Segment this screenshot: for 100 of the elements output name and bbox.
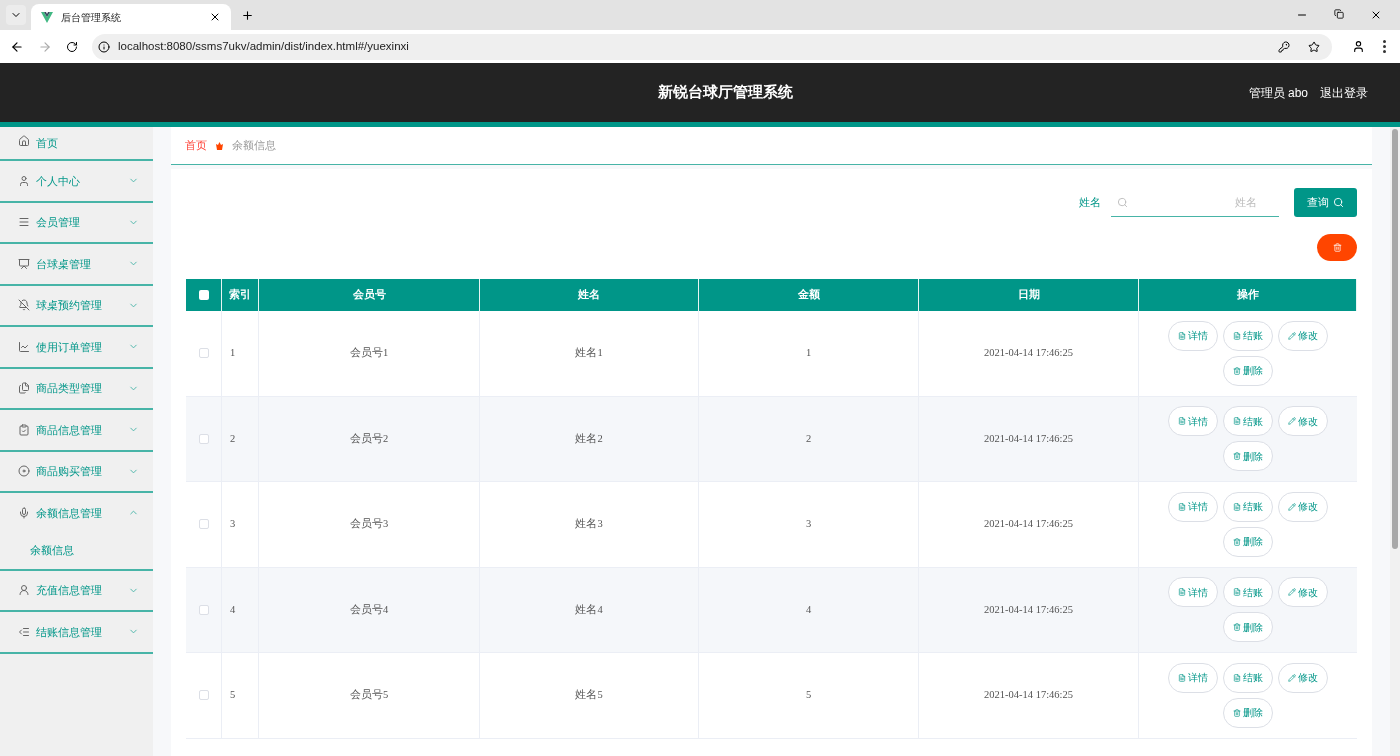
action-button[interactable]: 结账 — [1223, 491, 1273, 522]
checkbox[interactable] — [198, 433, 209, 444]
table-cell-text: 2021-04-14 17:46:25 — [984, 688, 1073, 703]
profile-icon[interactable] — [1352, 40, 1365, 53]
sidebar-item[interactable]: 充值信息管理 — [0, 570, 153, 610]
action-button[interactable]: 结账 — [1223, 320, 1273, 351]
restore-icon[interactable] — [1334, 9, 1344, 19]
user-label: 管理员 abo — [1248, 84, 1308, 102]
table-cell-text: 姓名4 — [575, 602, 603, 617]
address-bar[interactable]: localhost:8080/ssms7ukv/admin/dist/index.html#/yuexinxi — [92, 33, 1332, 60]
table-cell-text: 姓名3 — [575, 517, 603, 532]
action-button[interactable]: 修改 — [1278, 577, 1328, 608]
microphone-icon — [18, 506, 30, 519]
checkbox[interactable] — [198, 290, 209, 300]
table-cell-text: 1 — [805, 346, 812, 361]
search-button[interactable]: 查询 — [1294, 188, 1357, 217]
table-cell-text: 2 — [805, 431, 812, 446]
new-tab-icon[interactable] — [241, 9, 254, 22]
column-header: 姓名 — [578, 287, 600, 303]
column-header: 索引 — [229, 287, 251, 303]
reload-icon[interactable] — [66, 40, 78, 53]
checkbox[interactable] — [198, 348, 209, 359]
separator-icon — [215, 141, 224, 150]
action-button[interactable]: 修改 — [1278, 406, 1328, 437]
back-icon[interactable] — [10, 39, 24, 54]
sidebar-item[interactable]: 首页 — [0, 127, 153, 159]
table-cell-text: 1 — [230, 346, 236, 361]
action-button[interactable]: 结账 — [1223, 577, 1273, 608]
table-cell-text: 会员号4 — [349, 602, 389, 617]
trash-icon — [1233, 452, 1241, 461]
sidebar-item[interactable]: 商品购买管理 — [0, 451, 153, 491]
tab-list-icon[interactable] — [6, 5, 26, 25]
table-cell-text: 4 — [805, 602, 812, 617]
person-icon — [18, 584, 30, 597]
chart-icon — [18, 340, 30, 353]
pencil-icon — [1288, 502, 1296, 511]
pencil-icon — [1288, 673, 1296, 682]
tab-title: 后台管理系统 — [61, 10, 122, 25]
document-icon — [1233, 588, 1241, 597]
sidebar-item[interactable]: 会员管理 — [0, 202, 153, 242]
document-icon — [1178, 331, 1186, 340]
checkbox[interactable] — [198, 604, 209, 615]
table-cell-text: 会员号5 — [349, 688, 389, 703]
action-button[interactable]: 修改 — [1278, 320, 1328, 351]
sidebar-item[interactable]: 结账信息管理 — [0, 612, 153, 652]
person-icon — [18, 174, 30, 187]
sidebar-item[interactable]: 球桌预约管理 — [0, 285, 153, 325]
trash-icon — [1332, 243, 1342, 252]
sidebar-item[interactable]: 台球桌管理 — [0, 244, 153, 284]
table-cell-text: 会员号2 — [349, 431, 389, 446]
submenu-item[interactable]: 余额信息 — [0, 532, 153, 569]
action-button[interactable]: 详情 — [1168, 577, 1218, 608]
info-icon[interactable] — [98, 40, 110, 53]
logo-icon — [41, 11, 53, 23]
logout-link[interactable]: 退出登录 — [1320, 83, 1368, 102]
breadcrumb-item: 余额信息 — [232, 137, 276, 153]
key-icon[interactable] — [1278, 40, 1290, 53]
sidebar-item[interactable]: 商品信息管理 — [0, 410, 153, 450]
breadcrumb-item[interactable]: 首页 — [185, 137, 207, 154]
column-header: 操作 — [1236, 287, 1259, 303]
trash-icon — [1233, 623, 1241, 632]
trash-icon — [1233, 537, 1241, 546]
close-icon[interactable] — [209, 11, 221, 23]
action-button[interactable]: 结账 — [1223, 662, 1273, 693]
pencil-icon — [1288, 331, 1296, 340]
sidebar-item[interactable]: 个人中心 — [0, 161, 153, 201]
browser-tab[interactable]: 后台管理系统 — [31, 4, 231, 30]
checkbox[interactable] — [198, 690, 209, 701]
action-button[interactable]: 修改 — [1278, 662, 1328, 693]
checkbox[interactable] — [198, 519, 209, 530]
action-button[interactable]: 详情 — [1168, 662, 1218, 693]
table-cell-text: 2 — [230, 431, 236, 446]
action-button[interactable]: 修改 — [1278, 491, 1328, 522]
document-icon — [1233, 673, 1241, 682]
action-button[interactable]: 删除 — [1223, 697, 1273, 728]
action-button[interactable]: 删除 — [1223, 526, 1273, 557]
sidebar-item[interactable]: 使用订单管理 — [0, 327, 153, 367]
action-button[interactable]: 详情 — [1168, 406, 1218, 437]
name-field[interactable]: 姓名 — [1111, 188, 1279, 217]
action-button[interactable]: 删除 — [1223, 355, 1273, 386]
sidebar-item[interactable]: 商品类型管理 — [0, 368, 153, 408]
disc-icon — [18, 465, 30, 478]
delete-button[interactable] — [1317, 234, 1357, 261]
scrollbar[interactable] — [1390, 127, 1400, 756]
list-icon — [18, 625, 30, 638]
action-button[interactable]: 详情 — [1168, 491, 1218, 522]
column-header: 会员号 — [352, 287, 386, 303]
table-cell-text: 姓名5 — [575, 688, 603, 703]
action-button[interactable]: 删除 — [1223, 441, 1273, 472]
bookmark-icon[interactable] — [1308, 40, 1320, 53]
action-button[interactable]: 删除 — [1223, 612, 1273, 643]
close-icon[interactable] — [1370, 9, 1382, 21]
action-button[interactable]: 详情 — [1168, 320, 1218, 351]
trash-icon — [1233, 708, 1241, 717]
table-cell-text: 姓名1 — [575, 346, 603, 361]
document-icon — [1178, 417, 1186, 426]
table-cell-text: 5 — [230, 688, 236, 703]
table-cell-text: 2021-04-14 17:46:25 — [984, 602, 1073, 617]
action-button[interactable]: 结账 — [1223, 406, 1273, 437]
sidebar-item[interactable]: 余额信息管理 — [0, 493, 153, 533]
